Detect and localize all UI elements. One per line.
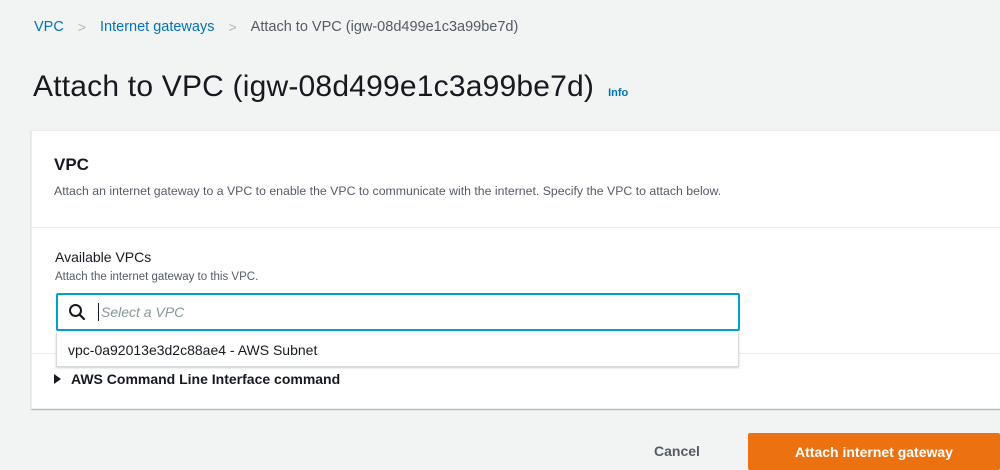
cli-command-label: AWS Command Line Interface command (71, 371, 341, 387)
breadcrumb-separator-icon: > (228, 19, 237, 35)
available-vpcs-description: Attach the internet gateway to this VPC. (55, 271, 259, 283)
attach-internet-gateway-button[interactable]: Attach internet gateway (748, 433, 1000, 470)
page-header: Attach to VPC (igw-08d499e1c3a99be7d) In… (33, 70, 628, 104)
cli-command-expander[interactable]: AWS Command Line Interface command (54, 371, 340, 387)
breadcrumb: VPC > Internet gateways > Attach to VPC … (34, 19, 518, 35)
vpc-panel: VPC Attach an internet gateway to a VPC … (31, 130, 1000, 409)
caret-right-icon (54, 374, 61, 384)
breadcrumb-vpc-link[interactable]: VPC (34, 19, 64, 35)
breadcrumb-separator-icon: > (77, 19, 87, 35)
breadcrumb-internet-gateways-link[interactable]: Internet gateways (100, 19, 214, 35)
search-icon (68, 303, 86, 321)
vpc-dropdown-option[interactable]: vpc-0a92013e3d2c88ae4 - AWS Subnet (56, 333, 739, 367)
page-title: Attach to VPC (igw-08d499e1c3a99be7d) (33, 70, 595, 103)
breadcrumb-current: Attach to VPC (igw-08d499e1c3a99be7d) (250, 19, 519, 35)
vpc-select-placeholder[interactable]: Select a VPC (98, 303, 184, 321)
info-link[interactable]: Info (608, 87, 628, 99)
panel-title: VPC (54, 155, 89, 174)
cancel-button[interactable]: Cancel (654, 443, 700, 459)
panel-description: Attach an internet gateway to a VPC to e… (54, 184, 722, 198)
available-vpcs-label: Available VPCs (55, 249, 152, 265)
vpc-select-input[interactable]: Select a VPC (56, 293, 740, 331)
panel-header: VPC Attach an internet gateway to a VPC … (32, 131, 1000, 228)
vpc-option-label: vpc-0a92013e3d2c88ae4 - AWS Subnet (68, 341, 318, 358)
